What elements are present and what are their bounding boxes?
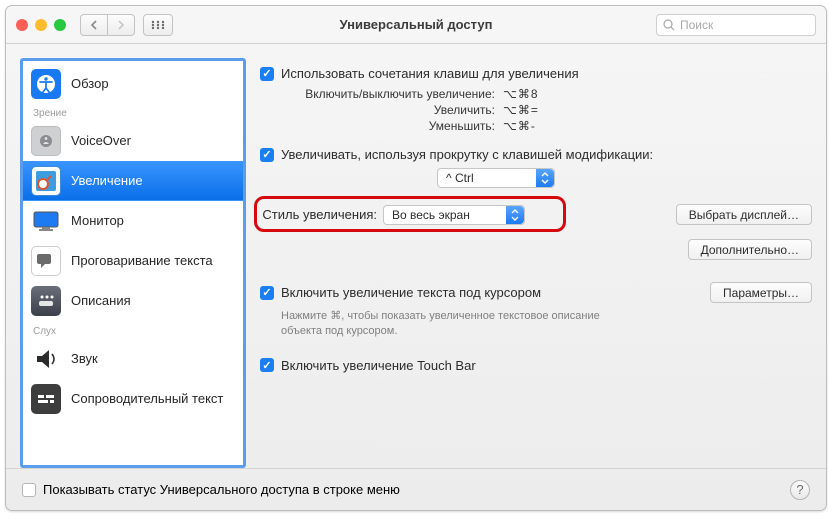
value-zoom-in: ⌥⌘= — [503, 103, 539, 117]
sidebar-item-descriptions[interactable]: Описания — [23, 281, 243, 321]
label-scroll-modifier: Увеличивать, используя прокрутку с клави… — [281, 147, 653, 162]
content-pane: Использовать сочетания клавиш для увелич… — [260, 58, 812, 468]
sidebar-item-label: Звук — [71, 351, 98, 366]
choose-display-button[interactable]: Выбрать дисплей… — [676, 204, 812, 225]
voiceover-icon — [31, 126, 61, 156]
sidebar-item-label: Проговаривание текста — [71, 253, 213, 268]
value-toggle-zoom: ⌥⌘8 — [503, 87, 539, 101]
label-zoom-style: Стиль увеличения: — [260, 207, 377, 222]
modifier-value: ^ Ctrl — [446, 171, 474, 185]
show-all-button[interactable] — [143, 14, 173, 36]
sidebar-section-hearing: Слух — [23, 321, 243, 339]
preferences-window: Универсальный доступ Поиск Обзор Зрение — [5, 5, 827, 511]
titlebar: Универсальный доступ Поиск — [6, 6, 826, 44]
display-icon — [31, 206, 61, 236]
captions-icon — [31, 384, 61, 414]
accessibility-icon — [31, 69, 61, 99]
advanced-button[interactable]: Дополнительно… — [688, 239, 812, 260]
minimize-window-button[interactable] — [35, 19, 47, 31]
window-controls — [16, 19, 66, 31]
sidebar-item-label: Обзор — [71, 76, 109, 91]
footer: Показывать статус Универсального доступа… — [6, 468, 826, 510]
checkbox-use-shortcuts[interactable] — [260, 67, 274, 81]
hover-hint: Нажмите ⌘, чтобы показать увеличенное те… — [281, 309, 641, 340]
back-button[interactable] — [80, 14, 108, 36]
options-button[interactable]: Параметры… — [710, 282, 812, 303]
sidebar-item-speech[interactable]: Проговаривание текста — [23, 241, 243, 281]
descriptions-icon — [31, 286, 61, 316]
zoom-style-value: Во весь экран — [392, 208, 470, 222]
checkbox-touchbar-zoom[interactable] — [260, 358, 274, 372]
sidebar-item-label: Сопроводительный текст — [71, 391, 223, 406]
sidebar-item-zoom[interactable]: Увеличение — [23, 161, 243, 201]
search-icon — [663, 19, 675, 31]
close-window-button[interactable] — [16, 19, 28, 31]
modifier-select[interactable]: ^ Ctrl — [437, 168, 555, 188]
sidebar-item-voiceover[interactable]: VoiceOver — [23, 121, 243, 161]
label-toggle-zoom: Включить/выключить увеличение: — [260, 87, 495, 101]
sidebar-item-label: VoiceOver — [71, 133, 131, 148]
speech-icon — [31, 246, 61, 276]
label-zoom-in: Увеличить: — [260, 103, 495, 117]
sidebar: Обзор Зрение VoiceOver Увеличение — [20, 58, 246, 468]
help-button[interactable]: ? — [790, 480, 810, 500]
zoom-window-button[interactable] — [54, 19, 66, 31]
checkbox-show-menu-status[interactable] — [22, 483, 36, 497]
checkbox-hover-text[interactable] — [260, 286, 274, 300]
sidebar-item-label: Монитор — [71, 213, 124, 228]
sidebar-item-overview[interactable]: Обзор — [23, 65, 243, 103]
sidebar-item-audio[interactable]: Звук — [23, 339, 243, 379]
sidebar-item-label: Описания — [71, 293, 131, 308]
grid-icon — [151, 20, 165, 30]
label-zoom-out: Уменьшить: — [260, 119, 495, 133]
sidebar-item-display[interactable]: Монитор — [23, 201, 243, 241]
zoom-icon — [31, 166, 61, 196]
nav-buttons — [80, 14, 135, 36]
body: Обзор Зрение VoiceOver Увеличение — [6, 44, 826, 510]
sidebar-section-vision: Зрение — [23, 103, 243, 121]
label-touchbar-zoom: Включить увеличение Touch Bar — [281, 358, 476, 373]
label-use-shortcuts: Использовать сочетания клавиш для увелич… — [281, 66, 579, 81]
forward-button[interactable] — [107, 14, 135, 36]
search-input[interactable]: Поиск — [656, 14, 816, 36]
zoom-style-select[interactable]: Во весь экран — [383, 205, 525, 225]
chevron-updown-icon — [506, 206, 524, 224]
speaker-icon — [31, 344, 61, 374]
label-hover-text: Включить увеличение текста под курсором — [281, 285, 541, 300]
checkbox-scroll-modifier[interactable] — [260, 148, 274, 162]
sidebar-item-label: Увеличение — [71, 173, 143, 188]
value-zoom-out: ⌥⌘- — [503, 119, 536, 133]
search-placeholder: Поиск — [680, 18, 713, 32]
chevron-updown-icon — [536, 169, 554, 187]
sidebar-item-captions[interactable]: Сопроводительный текст — [23, 379, 243, 419]
label-show-menu-status: Показывать статус Универсального доступа… — [43, 482, 400, 497]
